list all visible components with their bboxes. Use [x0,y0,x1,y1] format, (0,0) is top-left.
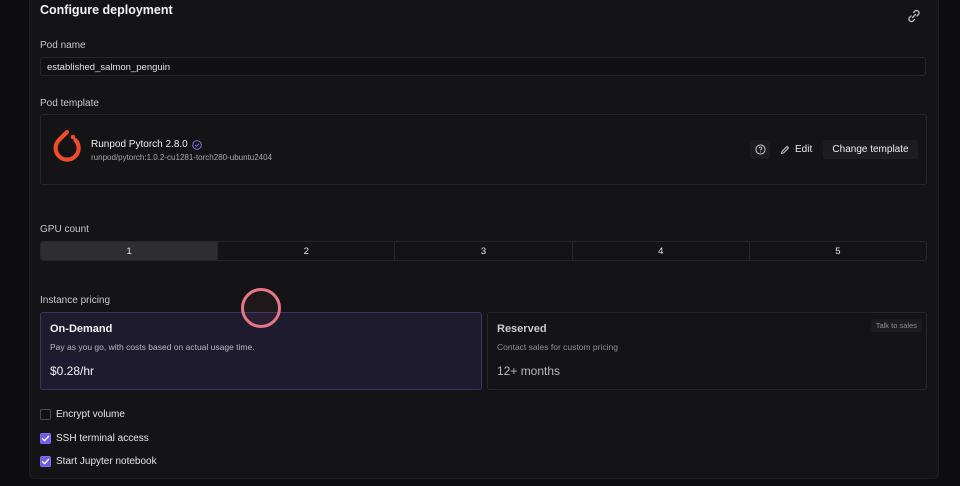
jupyter-option[interactable]: Start Jupyter notebook [40,456,157,467]
jupyter-label: Start Jupyter notebook [56,456,157,467]
reserved-description: Contact sales for custom pricing [497,342,618,352]
pod-template-card: Runpod Pytorch 2.8.0 runpod/pytorch:1.0.… [40,114,927,185]
edit-template-button[interactable]: Edit [776,140,816,159]
pencil-icon [781,145,789,154]
talk-to-sales-badge[interactable]: Talk to sales [870,319,922,332]
page-title: Configure deployment [40,3,173,17]
jupyter-checkbox[interactable] [40,456,51,467]
gpu-count-option-4[interactable]: 4 [571,242,749,260]
template-name-row: Runpod Pytorch 2.8.0 [91,139,202,150]
gpu-count-option-2[interactable]: 2 [217,242,394,260]
help-circle-icon [754,144,766,155]
reserved-title: Reserved [497,323,547,335]
gpu-count-option-5[interactable]: 5 [748,242,926,260]
pricing-card-on-demand[interactable]: On-Demand Pay as you go, with costs base… [40,312,482,390]
reserved-term: 12+ months [497,364,561,378]
pod-name-label: Pod name [40,40,86,51]
pod-name-input[interactable]: established_salmon_penguin [40,57,926,76]
template-name: Runpod Pytorch 2.8.0 [91,139,188,150]
verified-badge-icon [191,139,202,150]
ssh-terminal-label: SSH terminal access [56,433,149,444]
template-image: runpod/pytorch:1.0.2-cu1281-torch280-ubu… [91,153,273,162]
edit-label: Edit [795,144,813,155]
check-icon [41,458,50,465]
on-demand-title: On-Demand [50,323,113,335]
gpu-count-selector: 1 2 3 4 5 [40,241,927,261]
gpu-count-option-3[interactable]: 3 [394,242,571,260]
pricing-card-reserved[interactable]: Reserved Contact sales for custom pricin… [487,312,927,390]
change-template-button[interactable]: Change template [823,140,918,159]
instance-pricing-label: Instance pricing [40,295,111,306]
pytorch-logo-icon [50,128,84,172]
on-demand-price: $0.28/hr [50,364,95,378]
encrypt-volume-option[interactable]: Encrypt volume [40,409,125,420]
check-icon [41,435,50,442]
template-help-button[interactable] [750,140,770,159]
gpu-count-label: GPU count [40,224,89,235]
pod-template-label: Pod template [40,98,99,109]
ssh-terminal-checkbox[interactable] [40,433,51,444]
ssh-terminal-option[interactable]: SSH terminal access [40,433,149,444]
gpu-count-option-1[interactable]: 1 [41,242,218,260]
link-icon[interactable] [906,8,922,24]
on-demand-description: Pay as you go, with costs based on actua… [50,342,255,352]
encrypt-volume-checkbox[interactable] [40,409,51,420]
encrypt-volume-label: Encrypt volume [56,409,125,420]
